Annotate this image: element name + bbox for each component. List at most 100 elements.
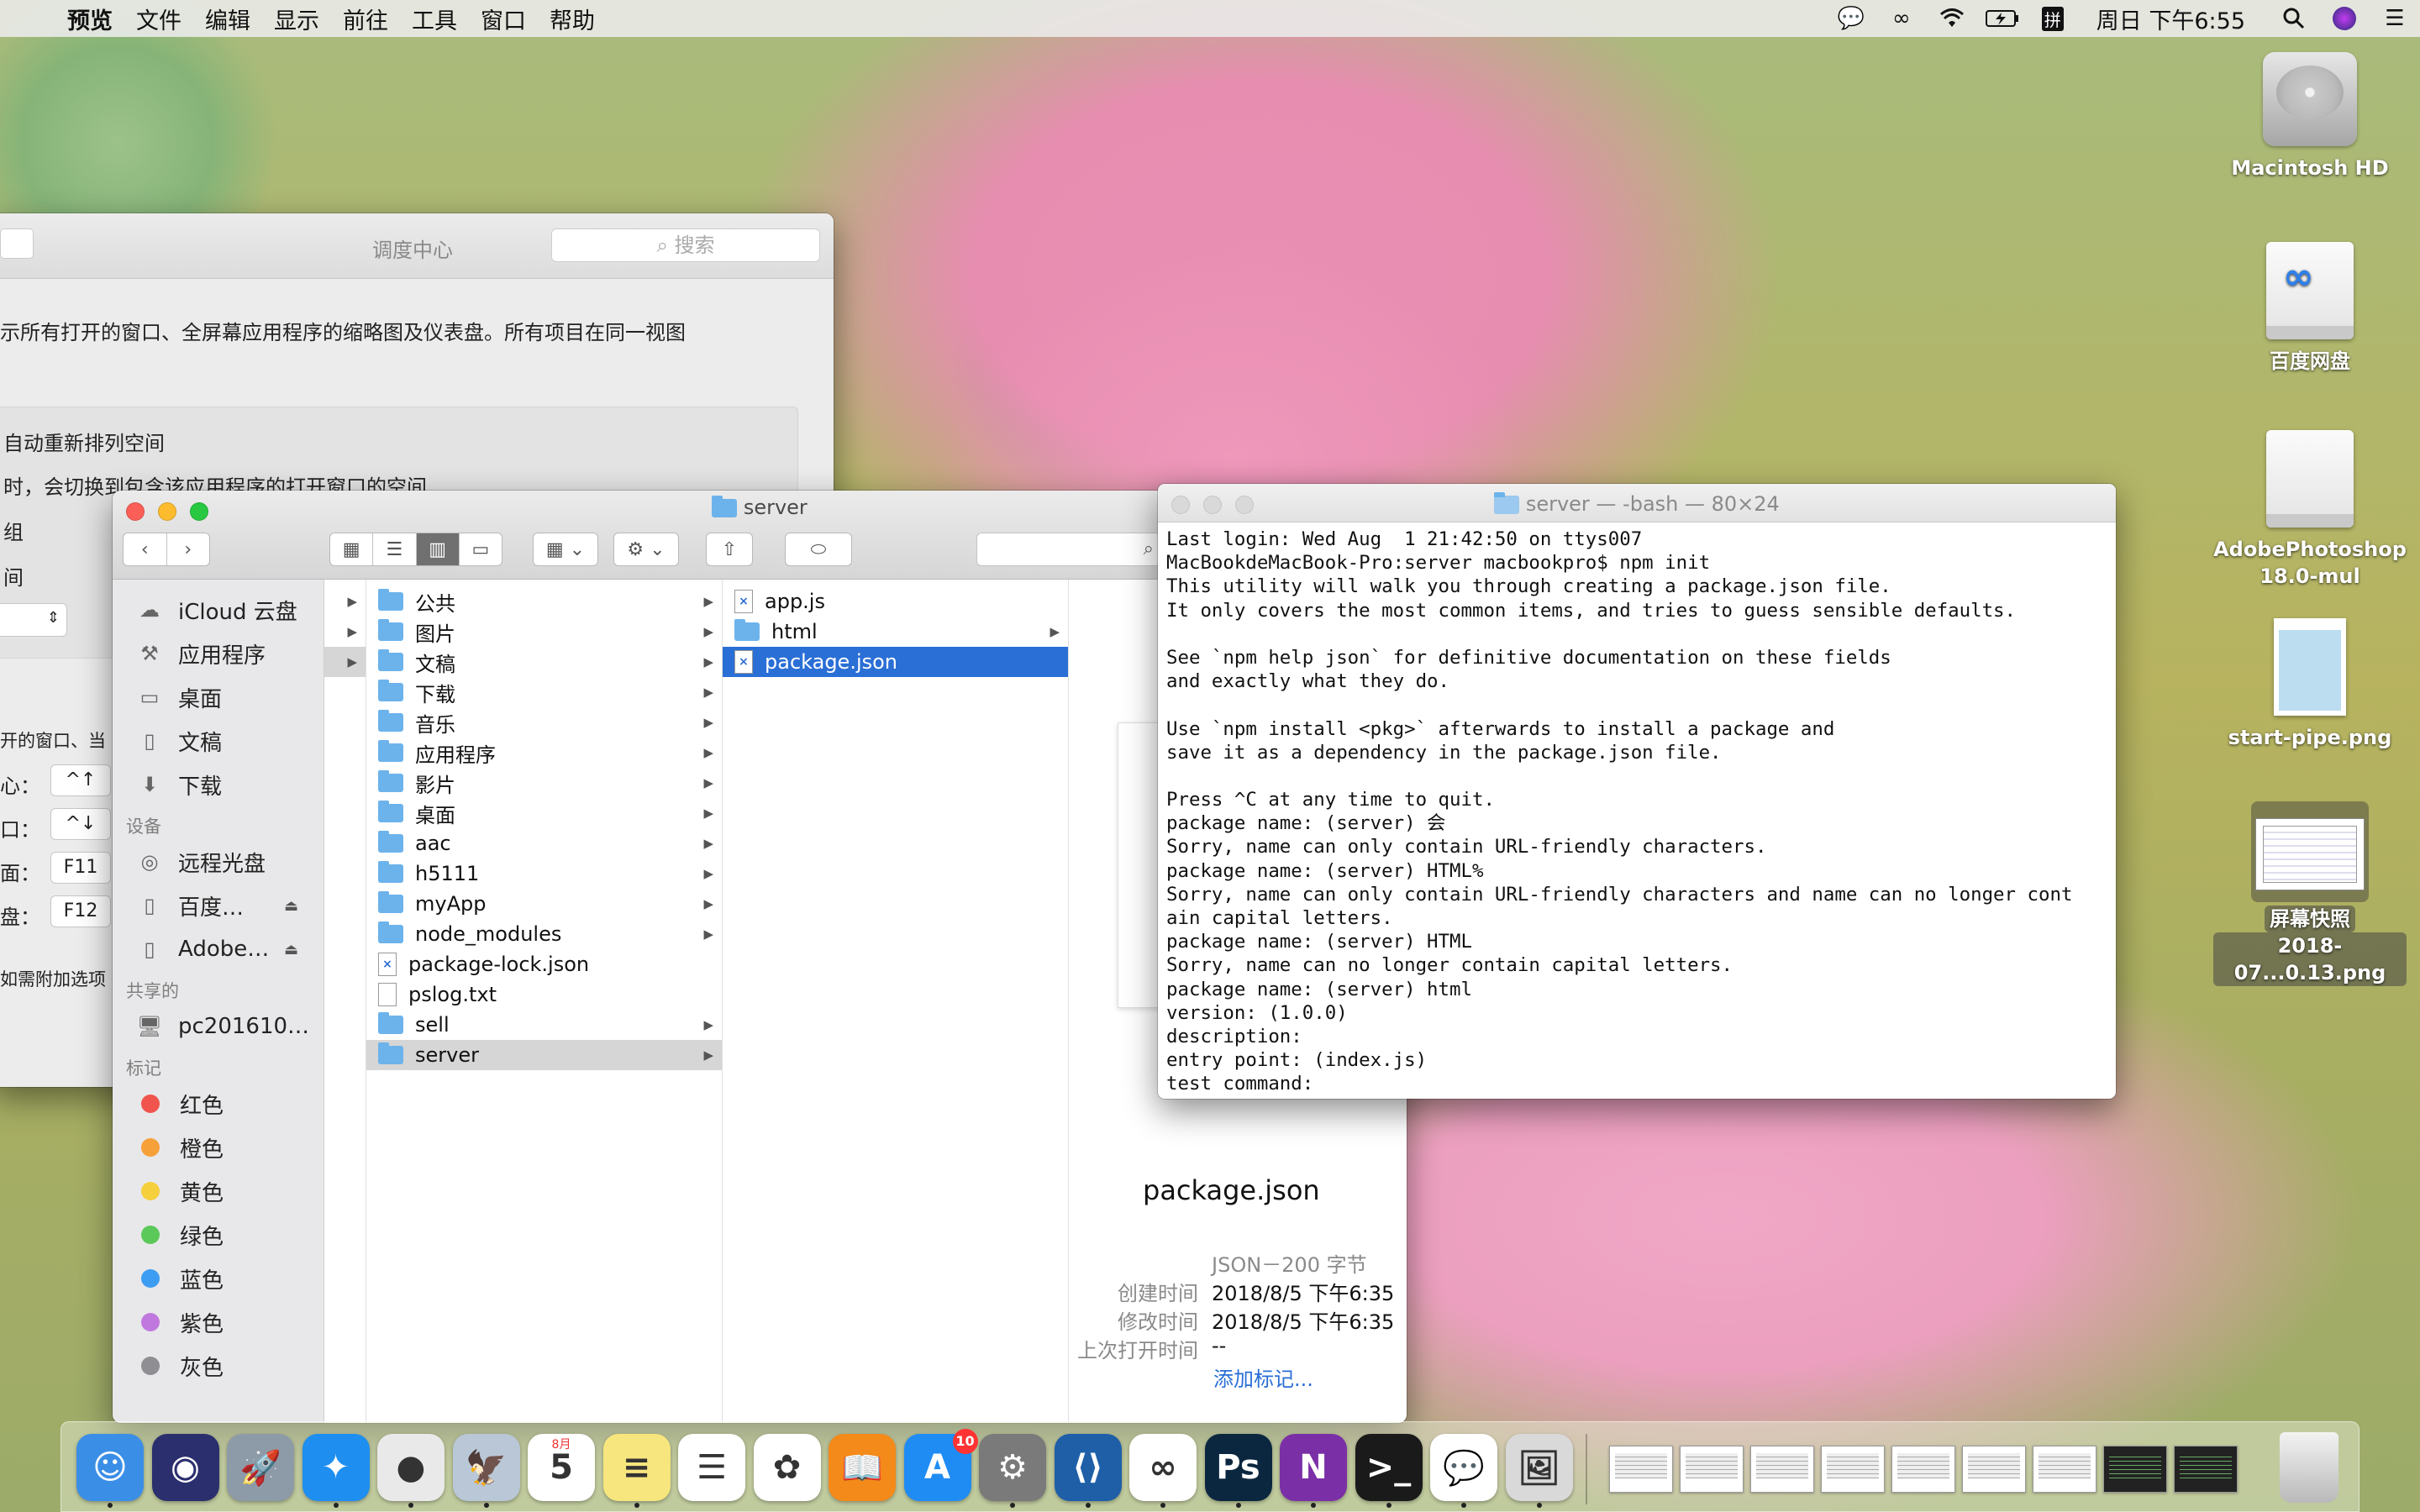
column-row[interactable]: 音乐 ▶ [366,707,722,738]
forward-button[interactable]: › [167,533,210,565]
list-view-icon[interactable]: ☰ [373,533,417,565]
prefs-display-popup[interactable]: ⇕ [0,603,67,637]
spotlight-search-icon[interactable] [2277,6,2311,31]
sidebar-tag-gray[interactable]: 灰色 [113,1344,324,1388]
prefs-option-rearrange[interactable]: 自动重新排列空间 [3,427,165,456]
books-icon[interactable]: 📖 [829,1434,896,1501]
input-method-icon[interactable]: 拼 [2036,6,2070,31]
calendar-icon[interactable]: 5 8月 [528,1434,595,1501]
column-row-selected[interactable]: ⨯ package.json [723,647,1068,677]
siri-icon[interactable] [2328,6,2361,31]
column-row[interactable]: h5111 ▶ [366,858,722,889]
battery-icon[interactable] [1985,6,2019,31]
dock-minimized-window[interactable] [1680,1446,1744,1493]
safari-icon[interactable]: ✦ [302,1434,370,1501]
shortcut-dashboard[interactable]: F12 [50,895,111,927]
menu-window[interactable]: 窗口 [481,3,526,35]
siri-icon[interactable]: ◉ [151,1434,219,1501]
column-row[interactable]: ▶ [324,586,366,617]
column-row[interactable]: pslog.txt [366,979,722,1010]
icon-view-icon[interactable]: ▦ [330,533,374,565]
column-row-selected[interactable]: ▶ [324,647,366,677]
column-row[interactable]: 应用程序 ▶ [366,738,722,768]
share-button[interactable]: ⇧ [706,533,753,566]
sidebar-item-downloads[interactable]: ⬇ 下载 [113,763,324,806]
menu-app-preview[interactable]: 预览 [67,3,113,35]
column-row[interactable]: 下载 ▶ [366,677,722,707]
dock-minimized-window[interactable] [1891,1446,1955,1493]
column-row[interactable]: html ▶ [723,617,1068,647]
column-row[interactable]: ⨯ app.js [723,586,1068,617]
gallery-view-icon[interactable]: ▭ [460,533,502,565]
desktop-icon-adobe-photoshop[interactable]: AdobePhotoshop18.0-mul [2213,430,2407,590]
finder-search-input[interactable]: ⌕ [976,533,1161,566]
column-row[interactable]: 桌面 ▶ [366,798,722,828]
prefs-search-input[interactable]: ⌕ 搜索 [551,228,820,262]
creative-cloud-icon[interactable]: ∞ [1885,6,1918,31]
column-view-icon[interactable]: ▥ [416,533,460,565]
terminal-icon[interactable]: >_ [1355,1434,1423,1501]
wechat-icon[interactable]: 💬 [1430,1434,1497,1501]
menu-tools[interactable]: 工具 [412,3,457,35]
desktop-icon-macintosh-hd[interactable]: Macintosh HD [2213,52,2407,181]
menu-file[interactable]: 文件 [136,3,182,35]
prefs-option-group[interactable]: 组 [3,516,24,545]
baidu-netdisk-icon[interactable]: ∞ [1129,1434,1197,1501]
column-row[interactable]: 图片 ▶ [366,617,722,647]
desktop-icon-screenshot[interactable]: 屏幕快照 2018-07...0.13.png [2213,801,2407,986]
sidebar-item-remote-disc[interactable]: ◎ 远程光盘 [113,840,324,884]
column-row[interactable]: 影片 ▶ [366,768,722,798]
preview-screenshot-icon[interactable]: 🖼 [1505,1434,1573,1501]
onenote-icon[interactable]: N [1280,1434,1347,1501]
action-button[interactable]: ⚙ ⌄ [613,533,679,566]
sidebar-item-adobe[interactable]: ▯ Adobe… ⏏ [113,927,324,971]
sidebar-item-icloud[interactable]: ☁ iCloud 云盘 [113,588,324,632]
sidebar-tag-blue[interactable]: 蓝色 [113,1257,324,1300]
chrome-icon[interactable]: ● [377,1434,445,1501]
column-row[interactable]: 文稿 ▶ [366,647,722,677]
system-preferences-icon[interactable]: ⚙ [979,1434,1046,1501]
launchpad-icon[interactable]: 🚀 [227,1434,294,1501]
column-row[interactable]: 公共 ▶ [366,586,722,617]
menubar-clock[interactable]: 周日 下午6:55 [2096,3,2245,35]
column-row[interactable]: node_modules ▶ [366,919,722,949]
dock-minimized-window[interactable] [2174,1446,2238,1493]
shortcut-desktop[interactable]: F11 [50,852,111,884]
wifi-icon[interactable] [1935,6,1969,31]
column-row[interactable]: myApp ▶ [366,889,722,919]
terminal-output[interactable]: Last login: Wed Aug 1 21:42:50 on ttys00… [1166,528,2107,1099]
dock-minimized-window[interactable] [1821,1446,1885,1493]
trash-icon[interactable] [2280,1432,2338,1503]
add-tags-link[interactable]: 添加标记... [1213,1362,1313,1392]
shortcut-app-windows[interactable]: ^↓ [50,808,111,840]
reminders-icon[interactable]: ☰ [678,1434,745,1501]
column-row[interactable]: ⨯ package-lock.json [366,949,722,979]
menu-view[interactable]: 显示 [274,3,319,35]
dock-minimized-window[interactable] [2103,1446,2167,1493]
eject-icon[interactable]: ⏏ [284,941,298,958]
dock-minimized-window[interactable] [1750,1446,1814,1493]
menu-go[interactable]: 前往 [343,3,388,35]
finder-icon[interactable]: ☺ [76,1434,144,1501]
desktop-icon-baidu-netdisk[interactable]: ∞ 百度网盘 [2213,242,2407,375]
desktop-icon-start-pipe[interactable]: start-pipe.png [2213,618,2407,751]
sidebar-tag-orange[interactable]: 橙色 [113,1126,324,1169]
shortcut-mission-control[interactable]: ^↑ [50,764,111,796]
wechat-icon[interactable]: 💬 [1834,6,1868,31]
prefs-option-spaces[interactable]: 间 [3,561,24,591]
dock-minimized-window[interactable] [1609,1446,1673,1493]
sidebar-item-desktop[interactable]: ▭ 桌面 [113,675,324,719]
back-button[interactable]: ‹ [124,533,167,565]
dock-minimized-window[interactable] [1962,1446,2026,1493]
dock-minimized-window[interactable] [2033,1446,2096,1493]
group-by-button[interactable]: ▦ ⌄ [533,533,598,566]
sidebar-tag-purple[interactable]: 紫色 [113,1300,324,1344]
sidebar-tag-yellow[interactable]: 黄色 [113,1169,324,1213]
tags-button[interactable]: ⬭ [785,533,852,566]
photos-icon[interactable]: ✿ [753,1434,821,1501]
app-store-icon[interactable]: A 10 [903,1429,978,1501]
sidebar-tag-green[interactable]: 绿色 [113,1213,324,1257]
notes-icon[interactable]: ≡ [602,1434,671,1501]
sidebar-item-applications[interactable]: ⚒ 应用程序 [113,632,324,675]
sidebar-item-pc[interactable]: 🖥 pc201610… [113,1005,324,1048]
